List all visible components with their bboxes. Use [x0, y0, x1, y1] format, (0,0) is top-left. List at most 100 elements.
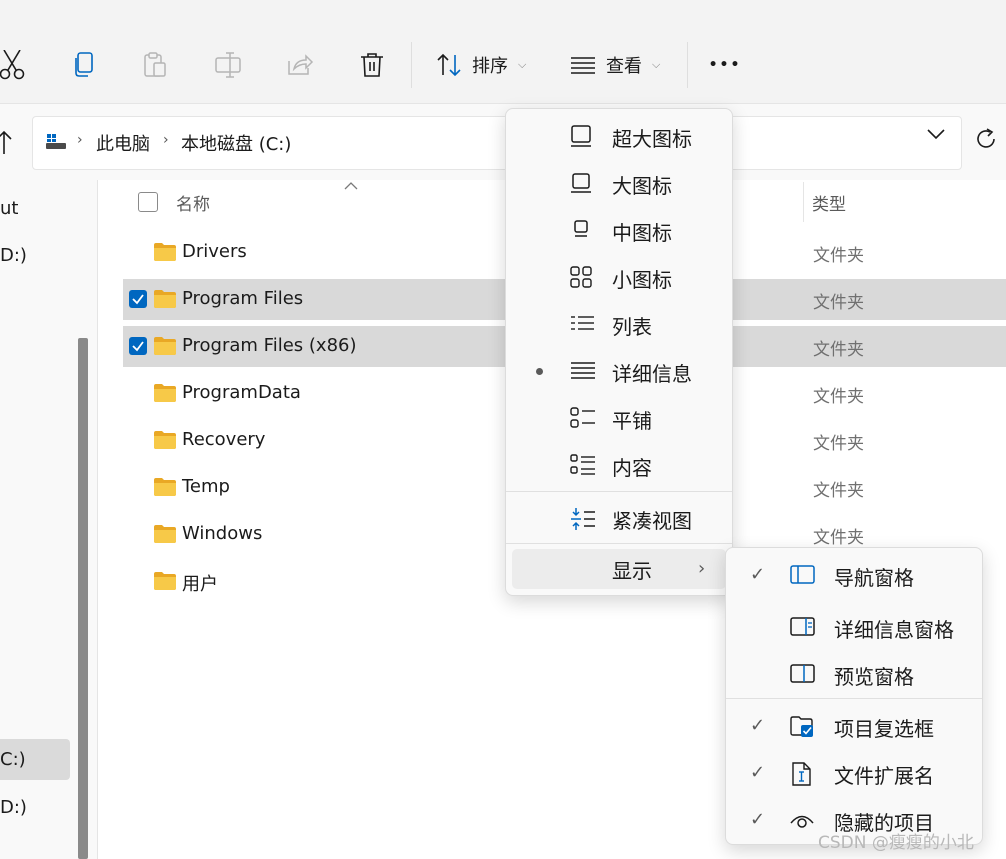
menu-item-label: 详细信息: [612, 362, 692, 386]
breadcrumb-this-pc[interactable]: 此电脑: [96, 130, 150, 156]
folder-icon-wrap: [153, 524, 177, 548]
menu-item-small-icons[interactable]: 小图标: [506, 254, 732, 301]
column-divider[interactable]: [803, 182, 804, 222]
nav-scrollbar[interactable]: [78, 338, 88, 859]
select-all-checkbox[interactable]: [138, 192, 158, 212]
file-name: Temp: [182, 476, 230, 497]
cut-button[interactable]: [0, 44, 26, 86]
file-type: 文件夹: [813, 434, 864, 454]
file-name: ProgramData: [182, 382, 301, 403]
menu-item-file-name-extensions[interactable]: ✓ 文件扩展名: [726, 750, 982, 797]
selected-bullet-icon: [536, 368, 543, 375]
view-menu: 超大图标大图标中图标小图标 列表详细信息平铺内容 紧凑视图 显示 ›: [505, 108, 733, 596]
folder-icon-wrap: [153, 242, 177, 266]
item-check-boxes-icon: [790, 716, 813, 737]
watermark: CSDN @瘦瘦的小北: [818, 833, 974, 853]
details-icon: [571, 362, 595, 379]
menu-item-label: 内容: [612, 456, 652, 480]
address-bar[interactable]: › 此电脑 › 本地磁盘 (C:): [32, 116, 962, 170]
content-icon: [570, 454, 595, 475]
view-button[interactable]: 查看 ⌵: [570, 44, 670, 86]
large-icons-icon: [571, 173, 591, 193]
copy-button[interactable]: [70, 44, 98, 86]
menu-item-label: 详细信息窗格: [834, 618, 954, 642]
up-arrow-icon[interactable]: [0, 126, 14, 156]
menu-item-label: 导航窗格: [834, 566, 914, 590]
more-icon: •••: [708, 57, 742, 73]
folder-icon-wrap: [153, 289, 177, 313]
menu-item-large-icons[interactable]: 大图标: [506, 160, 732, 207]
menu-item-extra-large-icons[interactable]: 超大图标: [506, 113, 732, 160]
folder-icon: [154, 478, 176, 496]
row-checkbox[interactable]: [129, 337, 147, 355]
menu-separator: [506, 491, 732, 492]
checkmark-icon: [132, 341, 144, 352]
menu-item-details[interactable]: 详细信息: [506, 348, 732, 395]
menu-item-label: 超大图标: [612, 127, 692, 151]
show-label: 显示: [612, 559, 652, 583]
breadcrumb-local-disk[interactable]: 本地磁盘 (C:): [181, 130, 291, 156]
checkmark-icon: ✓: [750, 809, 766, 830]
small-icons-icon: [570, 266, 592, 288]
file-type: 文件夹: [813, 481, 864, 501]
compact-view-icon: [571, 508, 595, 530]
folder-icon-wrap: [153, 477, 177, 501]
more-options-button[interactable]: •••: [708, 44, 742, 86]
list-icon: [571, 316, 594, 330]
nav-item-drive-d-2[interactable]: D:): [0, 797, 27, 818]
toolbar-divider: [411, 42, 412, 88]
nav-item-drive-c[interactable]: C:): [0, 749, 26, 770]
nav-item-shortcut[interactable]: ut: [0, 198, 18, 219]
menu-item-medium-icons[interactable]: 中图标: [506, 207, 732, 254]
column-header-name[interactable]: 名称: [176, 190, 210, 215]
command-bar: 排序 ⌵ 查看 ⌵ •••: [0, 0, 1006, 104]
column-header-type[interactable]: 类型: [812, 190, 846, 215]
menu-item-preview-pane[interactable]: 预览窗格: [726, 651, 982, 698]
details-pane-icon: [790, 617, 815, 636]
chevron-down-icon: ⌵: [652, 58, 661, 71]
show-submenu: ✓ 导航窗格 详细信息窗格 预览窗格 ✓ 项目复选框 ✓ 文件扩展名 ✓ 隐藏的项目: [725, 547, 983, 845]
checkmark-icon: ✓: [750, 762, 766, 783]
menu-separator: [726, 698, 982, 699]
menu-item-details-pane[interactable]: 详细信息窗格: [726, 604, 982, 651]
file-name: Windows: [182, 523, 263, 544]
menu-item-list[interactable]: 列表: [506, 301, 732, 348]
sort-label: 排序: [472, 56, 508, 77]
nav-item-drive-d[interactable]: D:): [0, 245, 27, 266]
paste-button[interactable]: [140, 44, 170, 86]
sort-button[interactable]: 排序 ⌵: [436, 44, 532, 86]
file-type: 文件夹: [813, 293, 864, 313]
rename-button[interactable]: [212, 44, 244, 86]
view-label: 查看: [606, 56, 642, 77]
menu-item-content[interactable]: 内容: [506, 442, 732, 489]
menu-item-navigation-pane[interactable]: ✓ 导航窗格: [726, 552, 982, 599]
file-type: 文件夹: [813, 340, 864, 360]
preview-pane-icon: [790, 664, 815, 683]
address-row: › 此电脑 › 本地磁盘 (C:): [0, 104, 1006, 178]
breadcrumb-chevron-icon: ›: [77, 132, 83, 148]
breadcrumb-chevron-icon: ›: [163, 132, 169, 148]
clipboard-icon: [144, 52, 166, 77]
trash-icon: [361, 53, 383, 77]
folder-icon: [154, 384, 176, 402]
checkmark-icon: ✓: [750, 715, 766, 736]
menu-item-item-check-boxes[interactable]: ✓ 项目复选框: [726, 703, 982, 750]
menu-item-label: 文件扩展名: [834, 764, 934, 788]
menu-separator: [506, 543, 732, 544]
address-dropdown-icon[interactable]: [926, 128, 946, 140]
share-button[interactable]: [284, 44, 316, 86]
folder-icon: [154, 431, 176, 449]
menu-item-tiles[interactable]: 平铺: [506, 395, 732, 442]
row-checkbox[interactable]: [129, 290, 147, 308]
view-details-icon: [571, 57, 595, 74]
refresh-icon[interactable]: [974, 127, 998, 151]
drive-icon: [46, 134, 66, 149]
menu-item-show[interactable]: 显示 ›: [512, 549, 726, 589]
menu-item-compact-view[interactable]: 紧凑视图: [506, 495, 732, 542]
hidden-items-icon: [790, 815, 814, 828]
menu-item-label: 项目复选框: [834, 717, 934, 741]
delete-button[interactable]: [356, 44, 388, 86]
folder-icon-wrap: [153, 571, 177, 595]
menu-item-label: 中图标: [612, 221, 672, 245]
navigation-pane: ut D:) C:) D:): [0, 180, 98, 859]
